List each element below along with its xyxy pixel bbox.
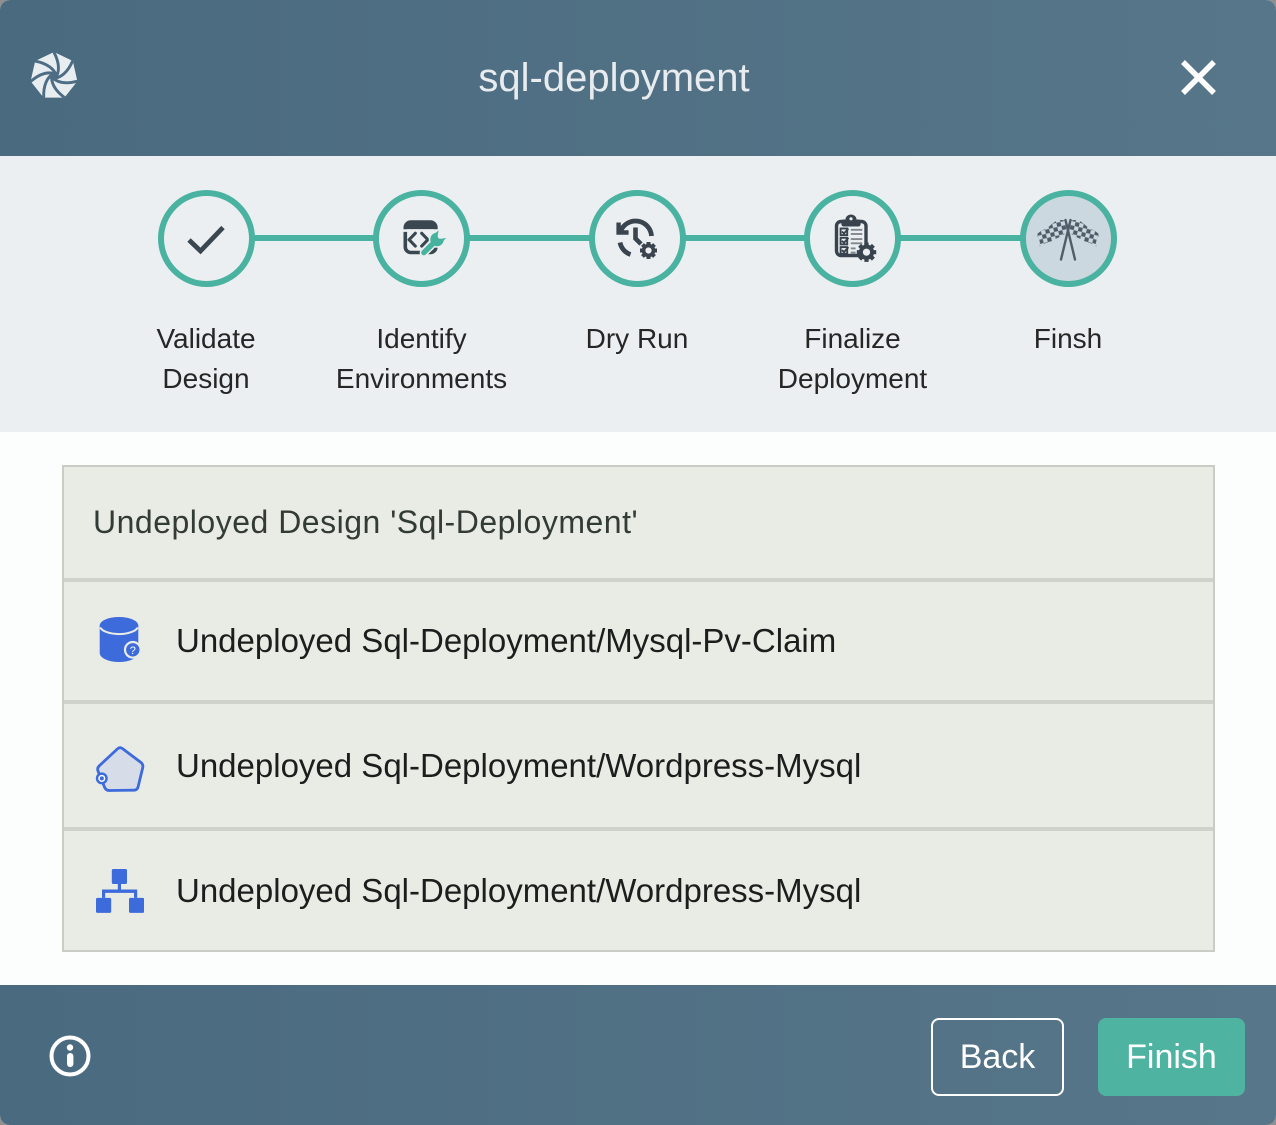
- svg-text:?: ?: [130, 645, 136, 657]
